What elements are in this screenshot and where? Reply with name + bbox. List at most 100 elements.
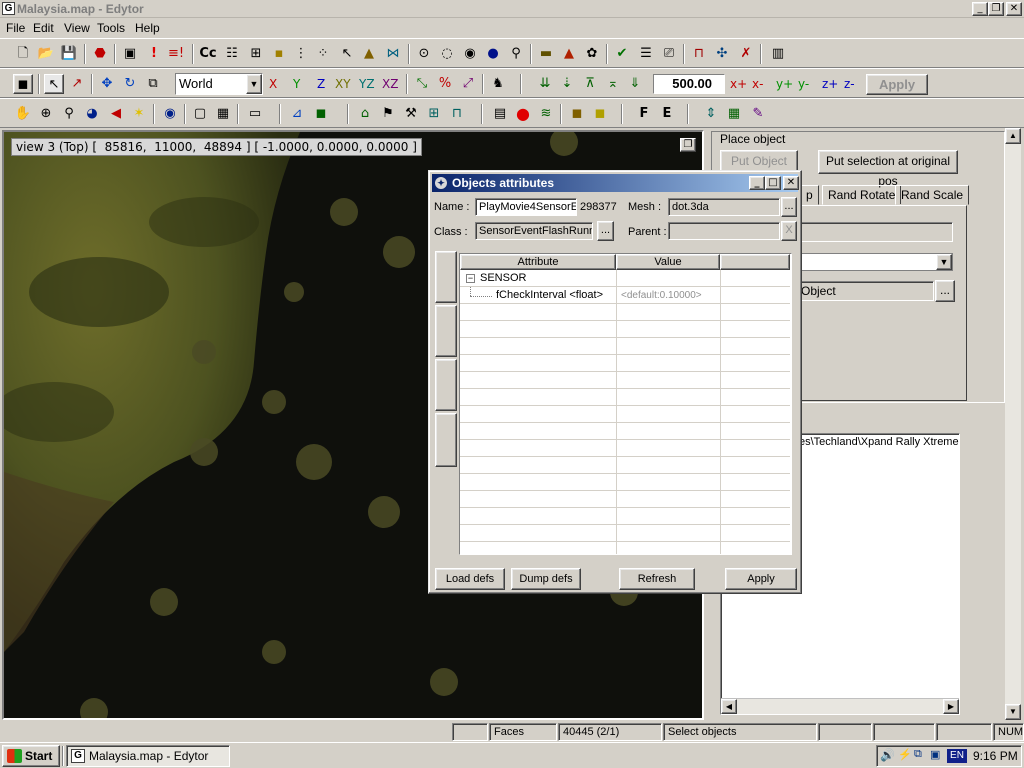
- step-y-minus[interactable]: y-: [798, 74, 809, 94]
- drop-icon[interactable]: ▲: [559, 44, 579, 64]
- app-icon[interactable]: G: [2, 2, 15, 15]
- side-tab-2[interactable]: [435, 305, 457, 357]
- scroll-right-icon[interactable]: ▶: [943, 699, 959, 714]
- start-button[interactable]: Start: [2, 745, 60, 767]
- open-icon[interactable]: 📂: [36, 44, 56, 64]
- actor-icon[interactable]: ♞: [488, 74, 508, 94]
- tab-rand-scale[interactable]: Rand Scale: [895, 185, 970, 205]
- house-icon[interactable]: ⌂: [355, 104, 375, 124]
- menu-file[interactable]: File: [6, 21, 25, 35]
- wrench-icon[interactable]: ⚒: [401, 104, 421, 124]
- put-selection-button[interactable]: Put selection at original pos: [818, 150, 958, 188]
- box-icon[interactable]: ◼: [311, 104, 331, 124]
- gate-icon[interactable]: ⊓: [689, 44, 709, 64]
- tick-icon[interactable]: ✗: [736, 44, 756, 64]
- axis-y-button[interactable]: Y: [293, 74, 300, 94]
- cube-mode-icon[interactable]: ◼: [13, 74, 33, 94]
- link-icon[interactable]: ⤢: [458, 74, 478, 94]
- dialog-minimize-button[interactable]: _: [749, 176, 765, 190]
- chevron-down-icon[interactable]: ▼: [936, 254, 952, 270]
- script-icon[interactable]: ☷: [222, 44, 242, 64]
- language-indicator[interactable]: EN: [947, 749, 967, 763]
- dump-defs-button[interactable]: Dump defs: [511, 568, 581, 590]
- axis-x-button[interactable]: X: [269, 74, 277, 94]
- table-row[interactable]: − SENSOR: [460, 270, 790, 287]
- col-extra-header[interactable]: [720, 254, 790, 270]
- warning-list-icon[interactable]: ≡!: [166, 44, 186, 64]
- axis-yz-button[interactable]: YZ: [359, 74, 375, 94]
- class-browse-button[interactable]: ...: [597, 221, 614, 241]
- light-bulb-icon[interactable]: ⚑: [378, 104, 398, 124]
- side-tab-1[interactable]: [435, 251, 457, 303]
- mesh-browse-button[interactable]: ...: [781, 197, 797, 217]
- load-defs-button[interactable]: Load defs: [435, 568, 505, 590]
- close-button[interactable]: ✕: [1006, 2, 1022, 16]
- stop-icon[interactable]: ⬣: [90, 44, 110, 64]
- visibility-icon[interactable]: ◉: [160, 104, 180, 124]
- select-arrow-icon[interactable]: ↖: [337, 44, 357, 64]
- f-button[interactable]: F: [634, 104, 654, 124]
- script-edit-icon[interactable]: ⊞: [246, 44, 266, 64]
- ungroup-all-icon[interactable]: ⁘: [313, 44, 333, 64]
- taskbar-app-button[interactable]: G Malaysia.map - Edytor: [66, 745, 230, 767]
- layer-icon[interactable]: ≋: [536, 104, 556, 124]
- menu-help[interactable]: Help: [135, 21, 160, 35]
- percent-icon[interactable]: %: [435, 74, 455, 94]
- step-z-minus[interactable]: z-: [844, 74, 855, 94]
- rename-icon[interactable]: Cc: [198, 44, 218, 64]
- move-icon[interactable]: ✥: [97, 74, 117, 94]
- parent-clear-button[interactable]: X: [781, 221, 797, 241]
- tab-placement[interactable]: p: [800, 185, 819, 205]
- axes-icon[interactable]: ⊿: [287, 104, 307, 124]
- object-browse-button[interactable]: ...: [935, 280, 955, 302]
- globe-icon[interactable]: ◕: [82, 104, 102, 124]
- axis-z-button[interactable]: Z: [317, 74, 325, 94]
- new-icon[interactable]: 🗋: [13, 44, 33, 64]
- grid-icon[interactable]: ▦: [213, 104, 233, 124]
- drop-ground-icon[interactable]: ⇊: [535, 74, 555, 94]
- ellipse-icon[interactable]: ◌: [437, 44, 457, 64]
- name-field[interactable]: PlayMovie4SensorE: [475, 198, 577, 216]
- minimize-button[interactable]: _: [972, 2, 988, 16]
- align-icon[interactable]: ⊼: [580, 74, 600, 94]
- magnifier-icon[interactable]: ⚲: [59, 104, 79, 124]
- drop-down-icon[interactable]: ⇣: [557, 74, 577, 94]
- warning-icon[interactable]: !: [144, 44, 164, 64]
- road-icon[interactable]: ⊞: [424, 104, 444, 124]
- axis-xz-button[interactable]: XZ: [382, 74, 398, 94]
- panel-select[interactable]: ▼: [798, 253, 953, 271]
- e-button[interactable]: E: [657, 104, 677, 124]
- ruler-icon[interactable]: ▭: [245, 104, 265, 124]
- dialog-maximize-button[interactable]: □: [765, 176, 781, 190]
- col-value-header[interactable]: Value: [616, 254, 720, 270]
- step-x-plus[interactable]: x+: [730, 74, 747, 94]
- warning-triangle-icon[interactable]: ▲: [359, 44, 379, 64]
- dialog-title-bar[interactable]: ✦ Objects attributes _ □ ✕: [432, 174, 799, 192]
- step-y-plus[interactable]: y+: [776, 74, 793, 94]
- select-icon[interactable]: ↖: [44, 74, 64, 94]
- record-icon[interactable]: ●: [513, 104, 533, 124]
- hand-icon[interactable]: ✋: [13, 104, 33, 124]
- chevron-down-icon[interactable]: ▼: [246, 74, 262, 94]
- menu-edit[interactable]: Edit: [33, 21, 54, 35]
- save-icon[interactable]: 💾: [59, 44, 79, 64]
- zoom-icon[interactable]: ⊕: [36, 104, 56, 124]
- block-icon[interactable]: ◼: [567, 104, 587, 124]
- monitor-icon[interactable]: ▣: [930, 748, 940, 761]
- h-scrollbar[interactable]: ◀ ▶: [721, 698, 959, 714]
- check-icon[interactable]: ✔: [612, 44, 632, 64]
- maximize-view-icon[interactable]: ❐: [680, 138, 696, 152]
- block-yellow-icon[interactable]: ◼: [590, 104, 610, 124]
- scroll-left-icon[interactable]: ◀: [721, 699, 737, 714]
- cube-icon[interactable]: ▣: [120, 44, 140, 64]
- terrain-icon[interactable]: ⇓: [625, 74, 645, 94]
- up-down-icon[interactable]: ⇕: [701, 104, 721, 124]
- step-x-minus[interactable]: x-: [752, 74, 763, 94]
- book-icon[interactable]: ▬: [536, 44, 556, 64]
- tree-icon[interactable]: ⋈: [383, 44, 403, 64]
- align-surface-icon[interactable]: ⌅: [603, 74, 623, 94]
- scale-icon[interactable]: ⧉: [143, 74, 163, 94]
- dialog-close-button[interactable]: ✕: [783, 176, 799, 190]
- pin-icon[interactable]: ⚲: [506, 44, 526, 64]
- ungroup-icon[interactable]: ⋮: [291, 44, 311, 64]
